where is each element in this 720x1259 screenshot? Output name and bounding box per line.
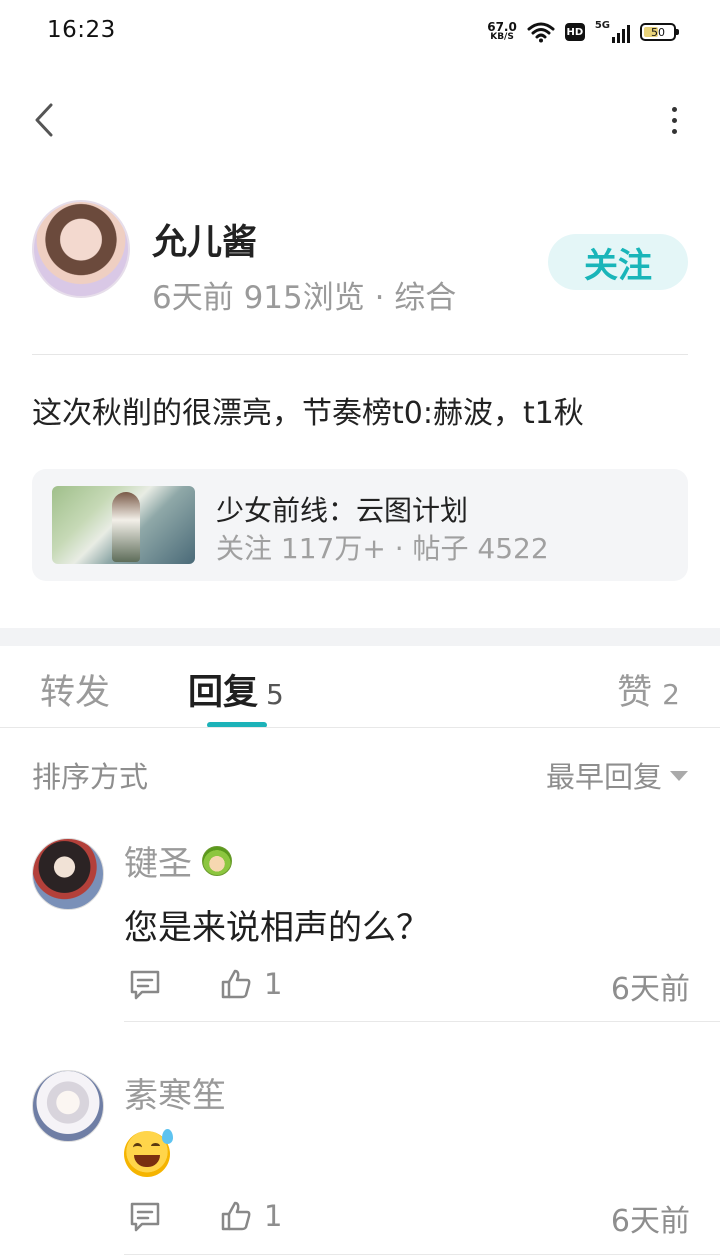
comment-item: 键圣 您是来说相声的么？ 1 6天前 <box>0 836 720 1022</box>
like-count: 1 <box>264 967 283 1001</box>
sort-dropdown[interactable]: 最早回复 <box>546 754 688 796</box>
top-bar <box>0 90 720 150</box>
network-speed-unit: KB/S <box>490 32 514 42</box>
like-button[interactable]: 1 <box>220 1198 282 1234</box>
battery-level: 50 <box>651 25 665 39</box>
sort-label: 排序方式 <box>32 760 149 794</box>
tab-like[interactable]: 赞2 <box>617 664 680 715</box>
reply-icon[interactable] <box>128 968 162 1002</box>
sort-value: 最早回复 <box>545 760 662 794</box>
commenter-name-text: 素寒笙 <box>124 1076 226 1116</box>
post-author: 允儿酱 6天前 915浏览 · 综合 关注 <box>32 200 688 316</box>
status-bar: 16:23 67.0 KB/S HD 5G 50 <box>0 0 720 64</box>
tab-repost-label: 转发 <box>40 673 111 713</box>
commenter-avatar[interactable] <box>32 1070 104 1142</box>
forum-stats: 关注 117万+ · 帖子 4522 <box>216 532 549 565</box>
comment-text: 您是来说相声的么？ <box>124 908 430 948</box>
sweat-smile-emoji-icon <box>124 1129 173 1177</box>
more-options-button[interactable] <box>664 98 684 142</box>
comment-time: 6天前 <box>610 1204 690 1239</box>
forum-name: 少女前线：云图计划 <box>216 494 469 527</box>
hd-icon: HD <box>564 23 585 41</box>
author-avatar[interactable] <box>32 200 130 298</box>
caret-down-icon <box>670 771 688 781</box>
divider <box>0 727 720 728</box>
status-icons: 67.0 KB/S HD 5G 50 <box>487 18 679 46</box>
tab-repost[interactable]: 转发 <box>40 664 110 715</box>
commenter-name[interactable]: 素寒笙 <box>124 1068 226 1117</box>
section-separator <box>0 628 720 646</box>
divider <box>32 354 688 355</box>
divider <box>124 1254 720 1255</box>
like-button[interactable]: 1 <box>220 966 282 1002</box>
tab-reply[interactable]: 回复 5 <box>188 664 284 715</box>
wifi-icon <box>527 22 555 43</box>
reply-icon[interactable] <box>128 1200 162 1234</box>
comment-time: 6天前 <box>610 972 690 1007</box>
more-dot-icon <box>671 106 677 112</box>
status-time: 16:23 <box>47 17 116 43</box>
forum-card[interactable]: 少女前线：云图计划 关注 117万+ · 帖子 4522 <box>32 469 688 581</box>
tab-like-label: 赞 <box>617 673 653 713</box>
more-dot-icon <box>671 117 677 123</box>
commenter-avatar[interactable] <box>32 838 104 910</box>
forum-thumbnail <box>52 486 195 564</box>
network-speed: 67.0 KB/S <box>487 20 517 42</box>
signal-icon: 5G <box>595 21 630 43</box>
comment-actions: 1 6天前 <box>124 1196 690 1239</box>
divider <box>124 1021 720 1022</box>
follow-button[interactable]: 关注 <box>548 234 688 290</box>
like-count: 2 <box>662 678 680 711</box>
chevron-left-icon <box>35 103 53 137</box>
thumbs-up-icon <box>221 1201 251 1231</box>
level-badge-icon <box>202 845 232 876</box>
thumbs-up-icon <box>221 969 251 999</box>
comment-actions: 1 6天前 <box>124 964 690 1007</box>
comment-item: 素寒笙 1 6天前 <box>0 1068 720 1256</box>
more-dot-icon <box>671 128 677 134</box>
signal-label: 5G <box>594 20 610 31</box>
network-speed-value: 67.0 <box>487 20 517 34</box>
author-name[interactable]: 允儿酱 <box>152 214 257 265</box>
battery-icon: 50 <box>640 23 679 41</box>
like-count: 1 <box>264 1199 283 1233</box>
post-meta: 6天前 915浏览 · 综合 <box>152 280 457 316</box>
back-button[interactable] <box>24 98 64 142</box>
tab-reply-label: 回复 <box>188 673 259 713</box>
post-body: 这次秋削的很漂亮，节奏榜t0:赫波，t1秋 <box>32 396 584 431</box>
reply-count: 5 <box>266 678 284 711</box>
commenter-name[interactable]: 键圣 <box>124 836 232 885</box>
commenter-name-text: 键圣 <box>124 844 192 884</box>
